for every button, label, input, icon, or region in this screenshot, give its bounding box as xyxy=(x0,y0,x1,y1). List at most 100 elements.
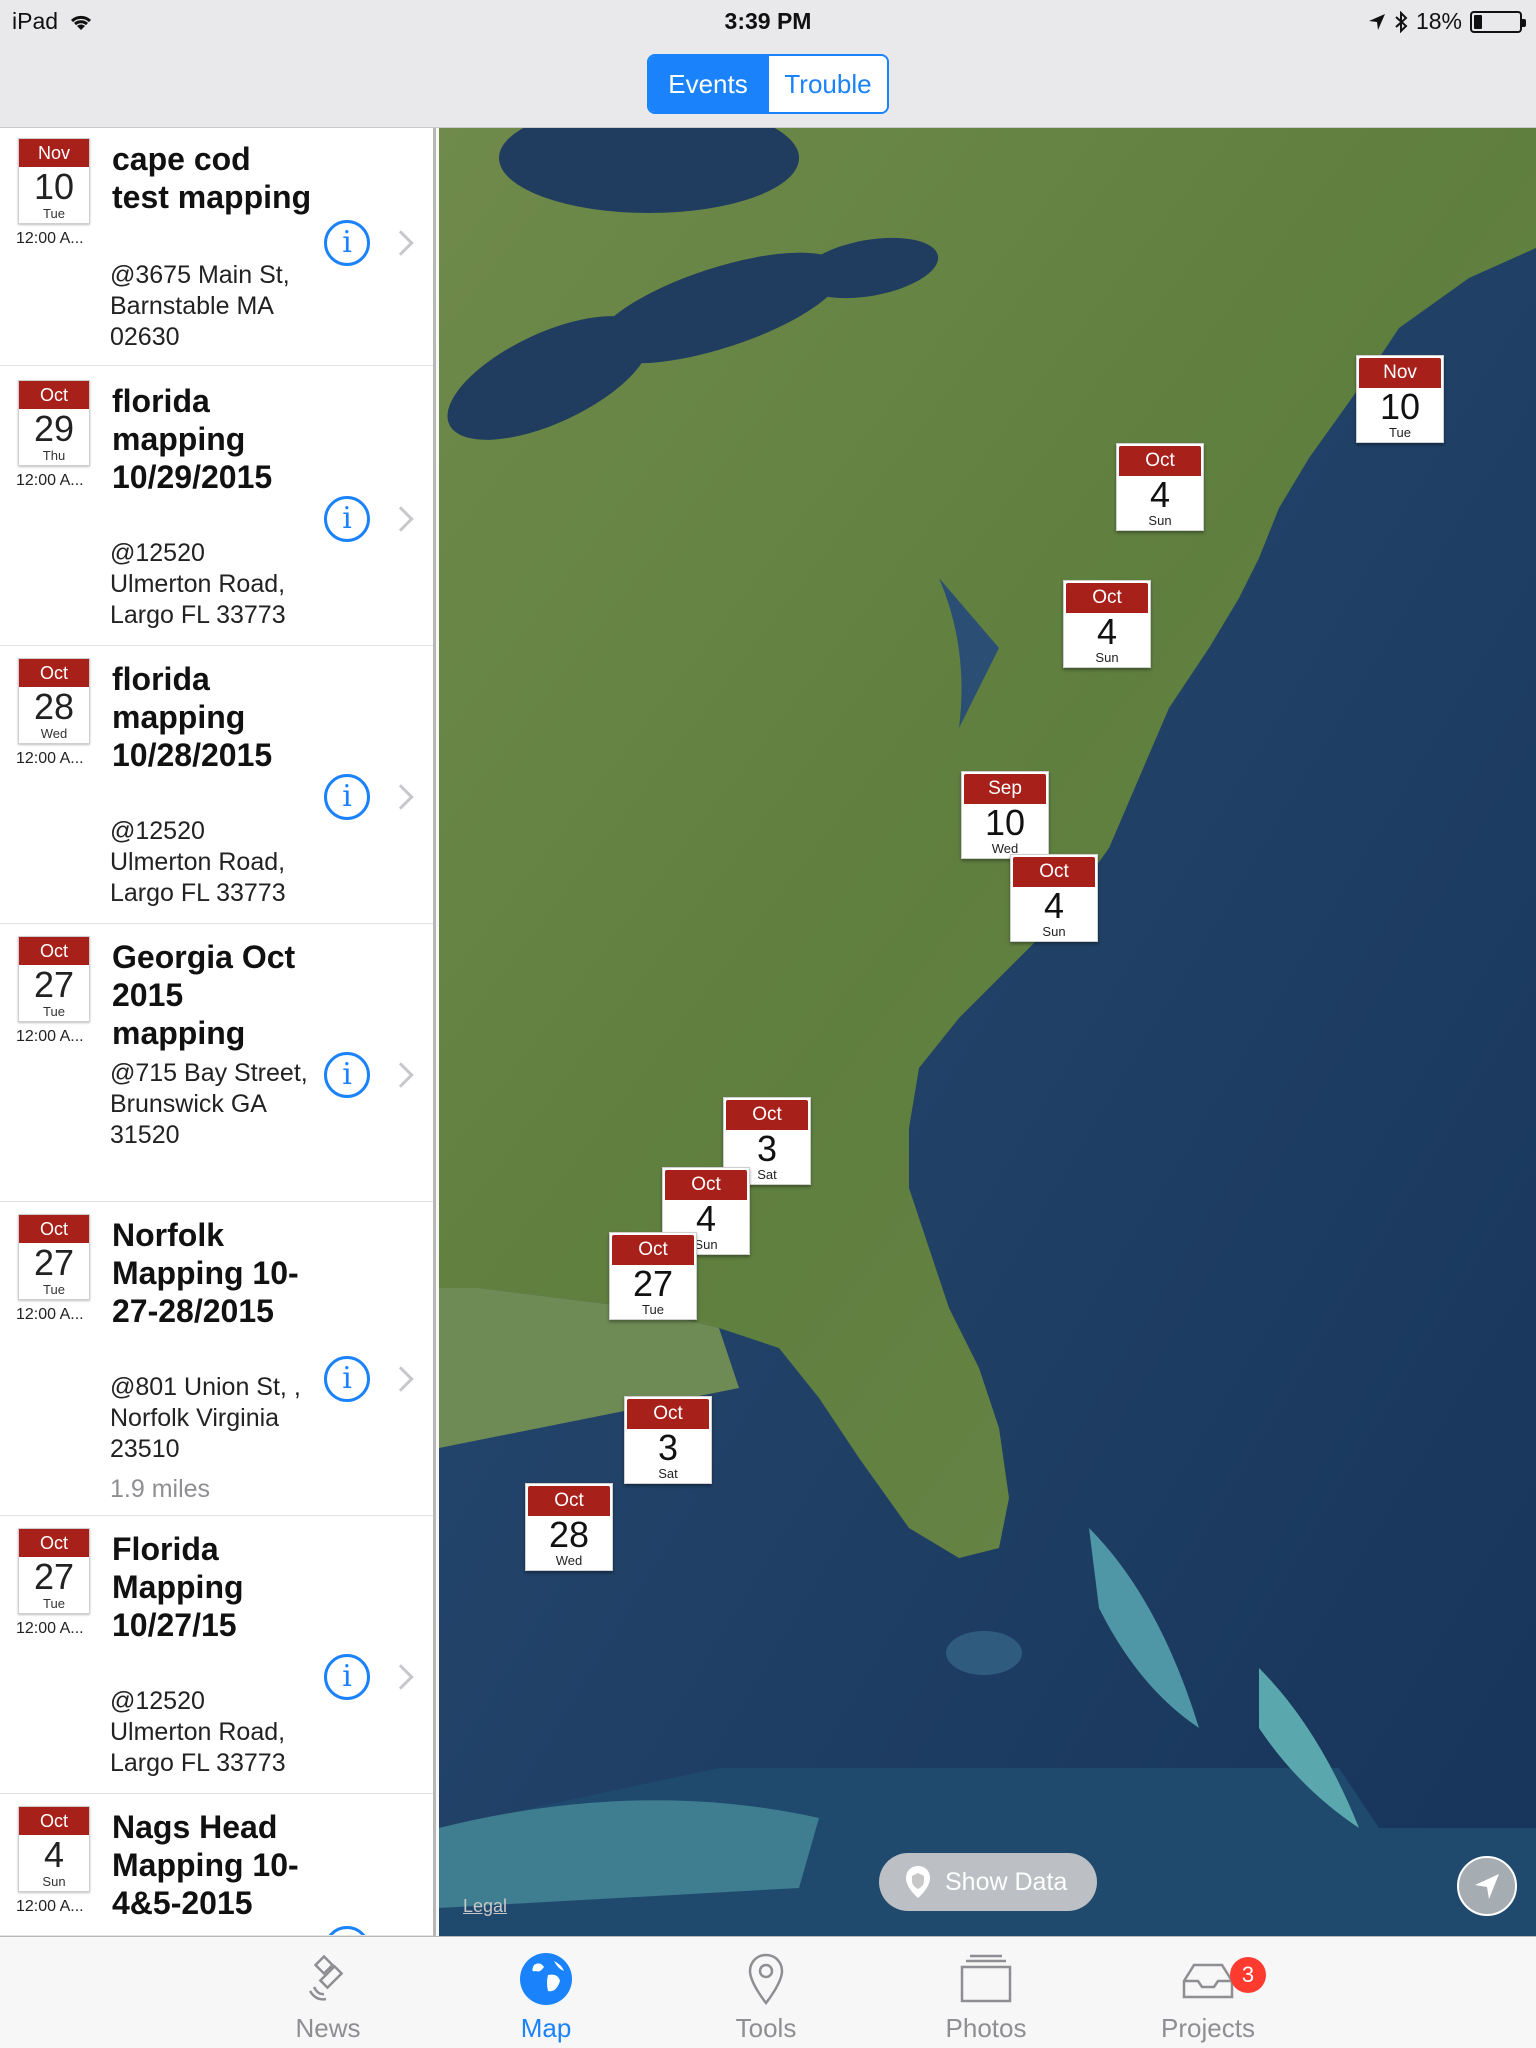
pin-day: 3 xyxy=(657,1427,679,1468)
pin-month: Oct xyxy=(1066,583,1148,613)
map-view[interactable]: Nov 10 Tue Oct 4 Sun Oct 4 Sun Sep 10 We… xyxy=(439,128,1536,1936)
calendar-day: 4 xyxy=(43,1834,65,1875)
calendar-pin[interactable]: Oct 27 Tue xyxy=(609,1232,697,1320)
event-row[interactable]: Oct 28 Wed 12:00 A... florida mapping 10… xyxy=(0,648,433,924)
tab-photos[interactable]: Photos xyxy=(896,1937,1076,2048)
navigation-bar: Events Trouble xyxy=(0,40,1536,128)
event-time: 12:00 A... xyxy=(16,1620,84,1637)
pin-day: 4 xyxy=(1149,474,1171,515)
calendar-pin[interactable]: Oct 3 Sat xyxy=(624,1396,712,1484)
calendar-weekday: Sun xyxy=(42,1874,66,1889)
tab-photos-label: Photos xyxy=(945,2013,1027,2043)
calendar-day: 29 xyxy=(33,408,75,449)
event-title: Norfolk Mapping 10-27-28/2015 xyxy=(112,1217,299,1329)
event-row[interactable]: Oct 4 Sun 12:00 A... Nags Head Mapping 1… xyxy=(0,1796,433,1936)
event-title: florida mapping 10/29/2015 xyxy=(112,383,273,495)
segment-events[interactable]: Events xyxy=(649,56,767,112)
pin-weekday: Sat xyxy=(658,1466,678,1481)
pin-month: Sep xyxy=(964,774,1046,804)
info-button[interactable]: i xyxy=(324,1654,370,1700)
chevron-right-icon xyxy=(388,1366,414,1392)
projects-badge: 3 xyxy=(1230,1957,1266,1993)
calendar-month: Oct xyxy=(19,381,89,409)
info-button[interactable]: i xyxy=(324,1052,370,1098)
event-distance: 1.9 miles xyxy=(110,1475,211,1503)
globe-icon xyxy=(520,1953,572,2005)
pin-weekday: Tue xyxy=(1389,425,1411,440)
event-title: cape cod test mapping xyxy=(112,141,312,215)
tab-tools-label: Tools xyxy=(735,2013,797,2043)
chevron-right-icon xyxy=(388,1664,414,1690)
pin-day: 28 xyxy=(548,1514,590,1555)
tab-news[interactable]: News xyxy=(238,1937,418,2048)
show-data-label: Show Data xyxy=(945,1867,1068,1896)
pin-day: 4 xyxy=(1043,885,1065,926)
tab-projects[interactable]: 3 Projects xyxy=(1118,1937,1298,2048)
event-row[interactable]: Oct 27 Tue 12:00 A... Georgia Oct 2015 m… xyxy=(0,926,433,1202)
calendar-date-icon: Oct 27 Tue xyxy=(18,1528,90,1614)
info-button[interactable]: i xyxy=(324,1926,370,1935)
pin-month: Oct xyxy=(627,1399,709,1429)
calendar-weekday: Tue xyxy=(43,206,65,221)
tab-projects-label: Projects xyxy=(1161,2013,1255,2043)
calendar-pin[interactable]: Oct 4 Sun xyxy=(1116,443,1204,531)
calendar-pin[interactable]: Oct 4 Sun xyxy=(1010,854,1098,942)
segmented-control: Events Trouble xyxy=(647,54,889,114)
location-arrow-icon xyxy=(1475,1874,1499,1899)
inbox-tray-icon xyxy=(1182,1963,1234,1999)
tab-map[interactable]: Map xyxy=(456,1937,636,2048)
event-title: florida mapping 10/28/2015 xyxy=(112,661,273,773)
pin-weekday: Tue xyxy=(642,1302,664,1317)
calendar-day: 27 xyxy=(33,1242,75,1283)
pin-month: Oct xyxy=(665,1170,747,1200)
info-button[interactable]: i xyxy=(324,496,370,542)
pin-day: 10 xyxy=(1379,386,1421,427)
photos-stack-icon xyxy=(960,1954,1012,2003)
event-time: 12:00 A... xyxy=(16,230,84,247)
calendar-weekday: Wed xyxy=(40,726,68,741)
pin-weekday: Wed xyxy=(555,1553,583,1568)
event-title: Georgia Oct 2015 mapping xyxy=(112,939,296,1051)
event-list[interactable]: Nov 10 Tue 12:00 A... cape cod test mapp… xyxy=(0,128,436,1936)
bluetooth-icon xyxy=(1395,10,1408,33)
pin-day: 10 xyxy=(984,802,1026,843)
status-bar: iPad 3:39 PM 18% xyxy=(0,0,1536,40)
event-time: 12:00 A... xyxy=(16,1306,84,1323)
event-time: 12:00 A... xyxy=(16,1028,84,1045)
calendar-month: Oct xyxy=(19,659,89,687)
pin-day: 27 xyxy=(632,1263,674,1304)
info-button[interactable]: i xyxy=(324,1356,370,1402)
event-time: 12:00 A... xyxy=(16,750,84,767)
show-data-button[interactable]: Show Data xyxy=(879,1853,1097,1911)
pin-day: 4 xyxy=(1096,611,1118,652)
event-title: Florida Mapping 10/27/15 xyxy=(112,1531,244,1643)
calendar-month: Oct xyxy=(19,1529,89,1557)
tab-news-label: News xyxy=(295,2013,361,2043)
chevron-right-icon xyxy=(388,506,414,532)
calendar-date-icon: Oct 4 Sun xyxy=(18,1806,90,1892)
calendar-weekday: Tue xyxy=(43,1282,65,1297)
event-address: @715 Bay Street, Brunswick GA 31520 xyxy=(110,1059,308,1149)
calendar-pin[interactable]: Nov 10 Tue xyxy=(1356,355,1444,443)
event-row[interactable]: Nov 10 Tue 12:00 A... cape cod test mapp… xyxy=(0,128,433,366)
pin-month: Oct xyxy=(1119,446,1201,476)
pin-month: Oct xyxy=(528,1486,610,1516)
calendar-weekday: Tue xyxy=(43,1596,65,1611)
event-row[interactable]: Oct 29 Thu 12:00 A... florida mapping 10… xyxy=(0,370,433,646)
event-address: @801 Union St, , Norfolk Virginia 23510 xyxy=(110,1373,301,1463)
info-button[interactable]: i xyxy=(324,220,370,266)
legal-link[interactable]: Legal xyxy=(463,1896,507,1917)
event-row[interactable]: Oct 27 Tue 12:00 A... Florida Mapping 10… xyxy=(0,1518,433,1794)
current-location-button[interactable] xyxy=(1457,1856,1517,1916)
calendar-month: Oct xyxy=(19,1807,89,1835)
tab-tools[interactable]: Tools xyxy=(676,1937,856,2048)
chevron-right-icon xyxy=(388,784,414,810)
calendar-day: 27 xyxy=(33,1556,75,1597)
calendar-pin[interactable]: Oct 4 Sun xyxy=(1063,580,1151,668)
calendar-month: Nov xyxy=(19,139,89,167)
segment-trouble[interactable]: Trouble xyxy=(767,56,887,112)
calendar-pin[interactable]: Sep 10 Wed xyxy=(961,771,1049,859)
calendar-pin[interactable]: Oct 28 Wed xyxy=(525,1483,613,1571)
event-row[interactable]: Oct 27 Tue 12:00 A... Norfolk Mapping 10… xyxy=(0,1204,433,1516)
info-button[interactable]: i xyxy=(324,774,370,820)
